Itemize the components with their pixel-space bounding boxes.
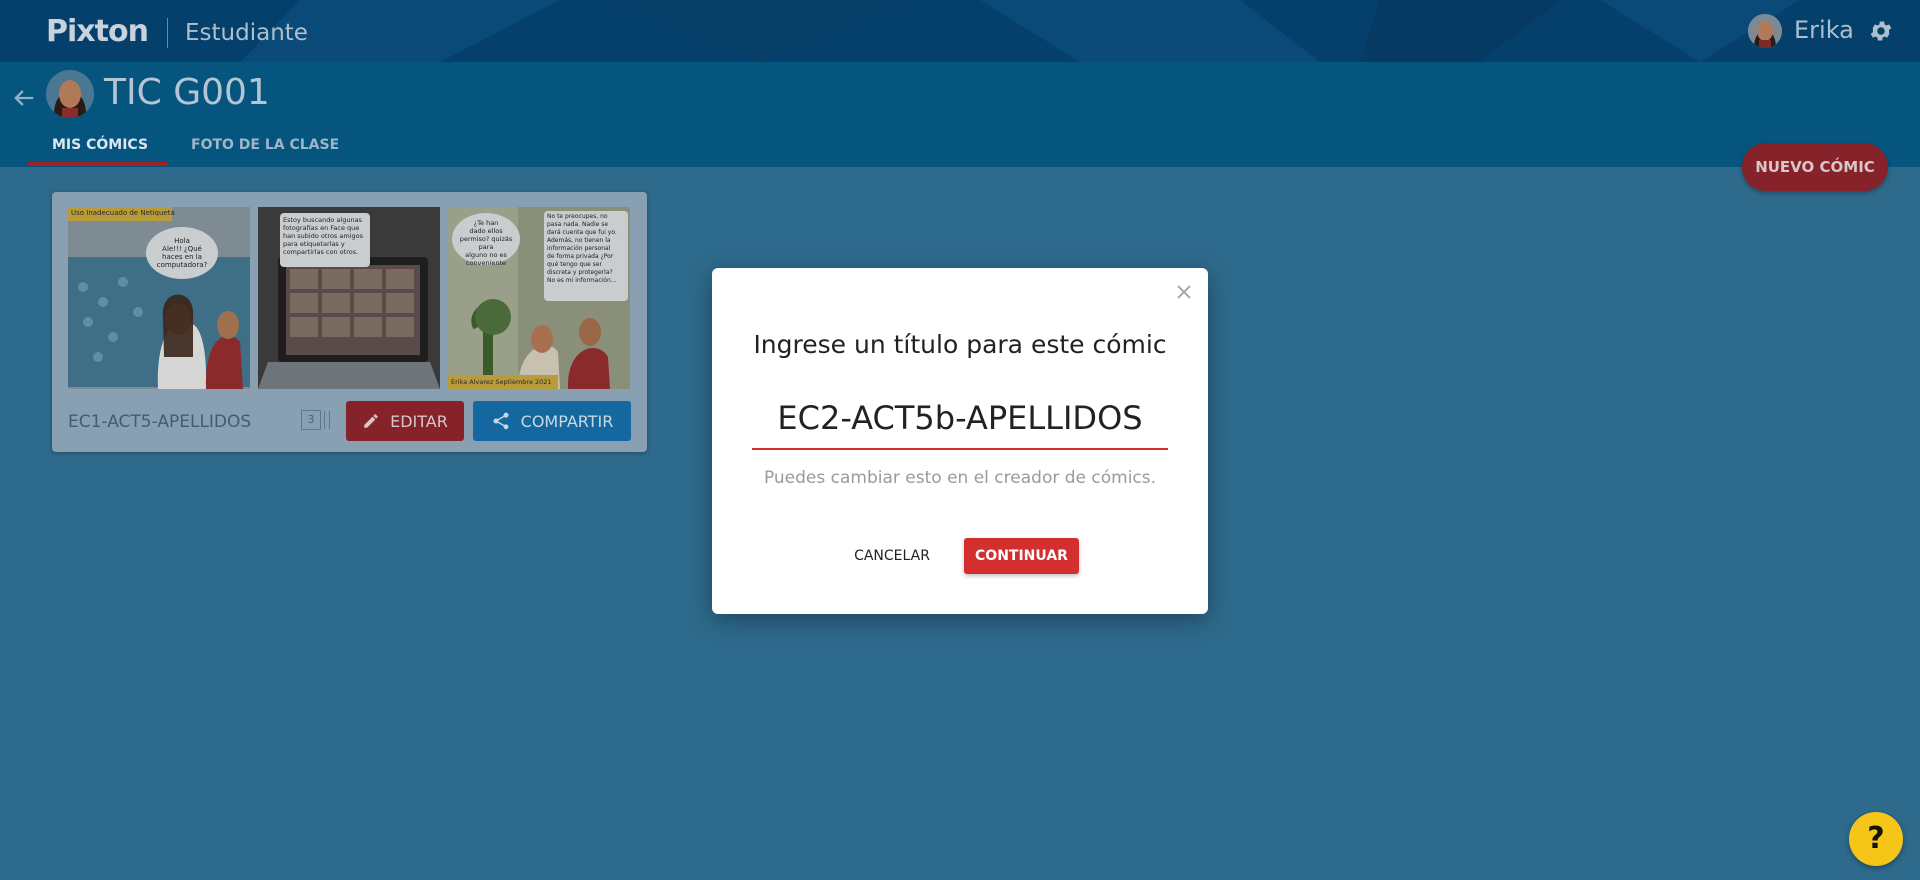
back-arrow-icon[interactable] [10,84,38,112]
bubble-line: No es mi información... [547,277,617,284]
panel-3-right-speech-bubble: No te preocupes, no pasa nada. Nadie se … [544,211,628,301]
bubble-line: para etiquetarlas y [283,240,345,248]
comic-panel-1[interactable]: Uso Inadecuado de Netiqueta Hola Ale!!! … [68,207,250,389]
help-icon[interactable]: ? [1849,812,1903,866]
tab-foto-de-la-clase[interactable]: FOTO DE LA CLASE [191,137,339,153]
comic-title-input[interactable] [752,388,1168,450]
panel-3-caption: Erika Alvarez Septiembre 2021 [451,378,552,386]
bubble-line: compartirlas con otros. [283,248,359,256]
bubble-line: han subido otros amigos [283,232,363,240]
settings-gear-icon[interactable] [1868,18,1894,44]
bubble-line: computadora? [156,261,208,269]
bubble-line: dará cuenta que fui yo. [547,229,617,236]
bubble-line: Además, no tienen la [547,237,611,244]
panel-2-speech-bubble: Estoy buscando algunas fotografías en Fa… [280,213,370,267]
top-navigation-bar: Pixton Estudiante Erika [0,0,1920,62]
logo-divider [167,18,168,48]
bubble-line: pasa nada. Nadie se [547,221,609,228]
bubble-line: de forma privada ¿Por [547,253,614,260]
close-icon[interactable] [1174,282,1194,302]
bubble-line: discreta y protegerla? [547,269,613,276]
panel-1-caption: Uso Inadecuado de Netiqueta [71,209,175,217]
active-tab-indicator [28,162,167,166]
bubble-line: fotografías en Face que [283,224,360,232]
title-dialog: Ingrese un título para este cómic Puedes… [712,268,1208,614]
bubble-line: No te preocupes, no [547,213,608,220]
bubble-line: Ale!!! ¿Qué [162,245,202,253]
pencil-icon [364,414,378,428]
user-avatar[interactable] [1748,14,1782,48]
bubble-line: Estoy buscando algunas [283,216,362,224]
continue-button[interactable]: CONTINUAR [964,538,1079,574]
bubble-line: haces en la [162,253,202,261]
bubble-line: permiso? quizás para [459,235,513,251]
class-avatar-face-icon [46,70,94,118]
share-button-label: COMPARTIR [520,411,614,431]
share-button[interactable]: COMPARTIR [473,401,631,441]
edit-button[interactable]: EDITAR [346,401,464,441]
panel-count-icon [324,411,330,429]
class-avatar [46,70,94,118]
class-title: TIC G001 [104,72,270,113]
bubble-line: ¿Te han [473,219,499,227]
class-header: TIC G001 MIS CÓMICS FOTO DE LA CLASE [0,62,1920,167]
dialog-heading: Ingrese un título para este cómic [753,330,1167,359]
panel-1-speech-bubble: Hola Ale!!! ¿Qué haces en la computadora… [146,227,218,279]
bubble-line: Hola [174,237,190,245]
bubble-line: información personal [547,245,611,252]
bubble-line: alguno no es [465,251,507,259]
bubble-line: dado ellos [469,227,503,235]
bubble-line: conveniente [465,259,507,267]
pixton-logo[interactable]: Pixton [46,14,149,49]
user-name[interactable]: Erika [1794,16,1854,44]
share-icon [493,412,509,430]
cancel-button[interactable]: CANCELAR [842,538,942,574]
panel-3-left-speech-bubble: ¿Te han dado ellos permiso? quizás para … [452,213,520,267]
bubble-line: qué tengo que ser [547,261,602,268]
new-comic-button[interactable]: NUEVO CÓMIC [1742,143,1888,191]
comic-card[interactable]: Uso Inadecuado de Netiqueta Hola Ale!!! … [52,192,647,452]
comic-panel-3[interactable]: ¿Te han dado ellos permiso? quizás para … [448,207,630,389]
edit-button-label: EDITAR [390,411,448,431]
comic-panel-2[interactable]: Estoy buscando algunas fotografías en Fa… [258,207,440,389]
role-label: Estudiante [185,20,308,46]
tab-mis-comics[interactable]: MIS CÓMICS [52,137,148,153]
panel-count-badge: 3 [301,410,321,430]
dialog-hint: Puedes cambiar esto en el creador de cóm… [763,468,1157,488]
comic-title[interactable]: EC1-ACT5-APELLIDOS [68,412,251,432]
avatar-face-icon [1748,14,1782,48]
